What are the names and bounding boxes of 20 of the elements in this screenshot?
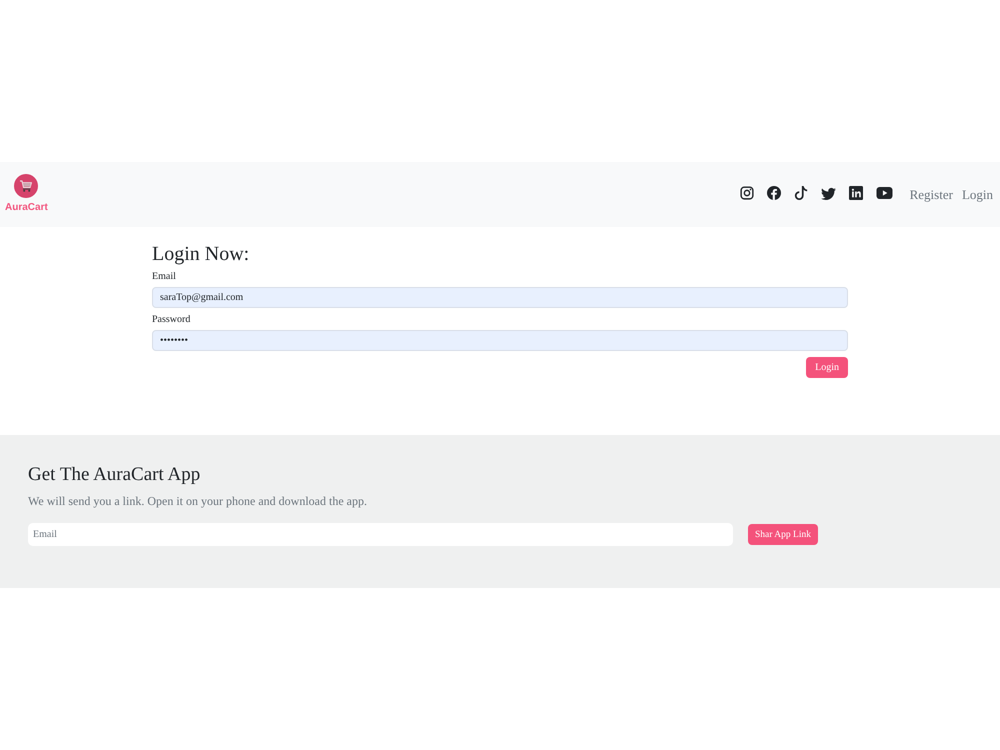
input-field[interactable]: saraTop@gmail.com: [152, 287, 848, 308]
promo-heading: Get The AuraCart App: [28, 464, 200, 486]
tiktok-icon[interactable]: [794, 186, 808, 200]
facebook-icon[interactable]: [766, 186, 781, 200]
login-button[interactable]: Login: [806, 357, 848, 378]
instagram-icon[interactable]: [740, 186, 754, 200]
nav-link[interactable]: Login: [962, 186, 993, 202]
cart-logo-icon: [14, 174, 38, 198]
field-label: Password: [152, 314, 190, 326]
twitter-bird-icon[interactable]: [820, 186, 836, 200]
input-field[interactable]: ••••••••: [152, 330, 848, 351]
promo-description: We will send you a link. Open it on your phone and download the app.: [28, 494, 367, 509]
youtube-icon[interactable]: [876, 187, 893, 199]
share-app-link-button[interactable]: Shar App Link: [748, 524, 818, 545]
nav-link[interactable]: Register: [910, 186, 953, 202]
brand-name: AuraCart: [5, 202, 48, 214]
linkedin-icon[interactable]: [848, 186, 863, 200]
field-label: Email: [152, 271, 176, 283]
email-input-field[interactable]: Email: [28, 523, 733, 546]
login-heading: Login Now:: [152, 242, 250, 266]
